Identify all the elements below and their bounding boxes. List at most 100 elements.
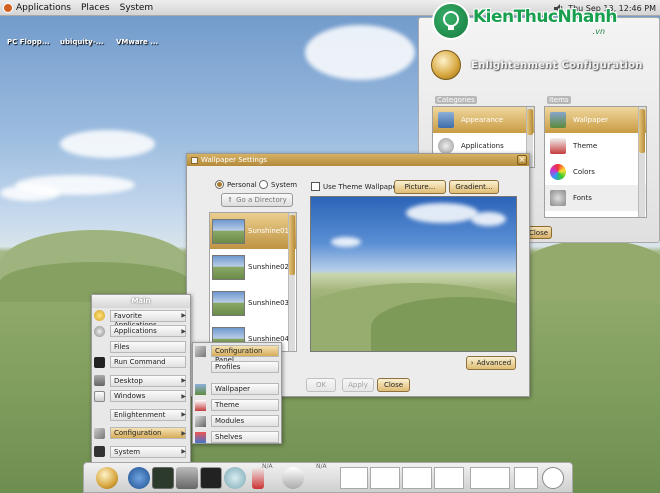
arrow-right-icon: ▶: [181, 312, 186, 320]
menu-item-enlightenment[interactable]: Enlightenment ▶: [92, 407, 190, 423]
item-colors[interactable]: Colors: [545, 159, 646, 185]
scroll-thumb[interactable]: [527, 109, 533, 135]
system-menu[interactable]: System: [115, 3, 159, 13]
item-wallpaper[interactable]: Wallpaper: [545, 107, 646, 133]
cloud: [331, 237, 361, 247]
gear-icon: [438, 138, 454, 154]
pager-desk-3[interactable]: [402, 467, 432, 489]
system-icon: [94, 446, 105, 458]
browser-icon[interactable]: [128, 467, 150, 489]
arrow-right-icon: ▶: [181, 448, 186, 456]
watermark-title: KienThucNhanh: [473, 6, 618, 27]
enl-config-header: Enlightenment Configuration: [431, 50, 643, 80]
item-fonts[interactable]: Fonts: [545, 185, 646, 211]
item-theme[interactable]: Theme: [545, 133, 646, 159]
pager-desk-1[interactable]: [340, 467, 368, 489]
wallpaper-label: Sunshine01: [248, 227, 289, 235]
item-label: Colors: [573, 168, 595, 176]
main-menu-title: Main: [92, 295, 190, 308]
menu-item-files[interactable]: Files: [92, 339, 190, 355]
system-label: System: [271, 180, 298, 189]
picture-button[interactable]: Picture...: [394, 180, 446, 194]
pager-desk-6[interactable]: [514, 467, 538, 489]
menu-item-desktop[interactable]: Desktop ▶: [92, 373, 190, 389]
advanced-button[interactable]: › Advanced: [466, 356, 516, 370]
pager-desk-4[interactable]: [434, 467, 464, 489]
ok-button[interactable]: OK: [306, 378, 336, 392]
menu-item-label: Configuration: [110, 427, 186, 440]
scroll-thumb[interactable]: [639, 109, 645, 153]
close-icon[interactable]: ×: [517, 155, 527, 165]
menu-item-label: Enlightenment: [110, 408, 186, 421]
submenu-item-modules[interactable]: Modules: [193, 413, 281, 429]
arrow-right-icon: ›: [470, 359, 474, 367]
terminal-icon[interactable]: [152, 467, 174, 489]
cloud: [406, 203, 478, 223]
main-menu: Main Favorite Applications ▶ Application…: [91, 294, 191, 464]
enlightenment-menu-icon[interactable]: [96, 467, 118, 489]
shelves-icon: [195, 431, 206, 443]
applications-icon: [94, 325, 105, 337]
arrow-right-icon: ▶: [181, 392, 186, 400]
heart-icon: [94, 310, 105, 322]
applications-menu[interactable]: Applications: [0, 2, 76, 13]
wallpaper-list-scrollbar[interactable]: [288, 213, 295, 351]
menu-item-windows[interactable]: Windows ▶: [92, 389, 190, 405]
category-label: Applications: [461, 142, 504, 150]
items-scrollbar[interactable]: [638, 107, 645, 217]
gradient-button[interactable]: Gradient...: [449, 180, 499, 194]
desktop-icon: [94, 375, 105, 387]
watermark-text: KienThucNhanh .vn: [473, 6, 618, 36]
enlightenment-logo-icon: [431, 50, 461, 80]
submenu-item-theme[interactable]: Theme: [193, 397, 281, 413]
battery-label: N/A: [316, 463, 327, 470]
menu-item-system[interactable]: System ▶: [92, 444, 190, 460]
desktop-icon-floppy[interactable]: PC Flopp...: [7, 38, 50, 46]
go-up-directory-button[interactable]: ⇑ Go a Directory: [221, 193, 293, 207]
menu-item-run-command[interactable]: Run Command: [92, 355, 190, 371]
use-theme-wallpaper-checkbox[interactable]: Use Theme Wallpaper: [311, 182, 400, 191]
system-radio[interactable]: System: [259, 180, 297, 189]
up-arrow-icon: ⇑: [227, 196, 234, 204]
wallpaper-item[interactable]: Sunshine02: [210, 249, 296, 285]
menu-item-configuration[interactable]: Configuration ▶: [92, 426, 190, 442]
arrow-right-icon: ▶: [181, 411, 186, 419]
wallpaper-item[interactable]: Sunshine01: [210, 213, 296, 249]
enl-config-title: Enlightenment Configuration: [471, 59, 643, 71]
bottom-shelf: N/A N/A: [83, 462, 573, 493]
wallpaper-settings-titlebar[interactable]: Wallpaper Settings ×: [187, 154, 529, 166]
enlightenment-icon: [94, 409, 105, 420]
menu-item-applications[interactable]: Applications ▶: [92, 324, 190, 340]
personal-radio[interactable]: Personal: [215, 180, 257, 189]
pager-desk-2[interactable]: [370, 467, 400, 489]
arrow-right-icon: ▶: [181, 327, 186, 335]
watermark-logo-icon: [432, 2, 470, 40]
file-manager-icon[interactable]: [176, 467, 198, 489]
scroll-thumb[interactable]: [289, 215, 295, 275]
menu-item-label: Windows: [110, 390, 186, 403]
submenu-item-profiles[interactable]: Profiles: [193, 359, 281, 375]
places-menu[interactable]: Places: [76, 3, 115, 13]
theme-icon: [195, 399, 206, 411]
wallpaper-label: Sunshine03: [248, 299, 289, 307]
close-button[interactable]: Close: [377, 378, 410, 392]
item-label: Fonts: [573, 194, 592, 202]
clock-icon: [542, 467, 564, 489]
desktop-icon-ubiquity[interactable]: ubiquity-...: [60, 38, 104, 46]
category-appearance[interactable]: Appearance: [433, 107, 534, 133]
submenu-item-configuration-panel[interactable]: Configuration Panel: [193, 343, 281, 364]
desktop-icon-vmware[interactable]: VMware ...: [116, 38, 158, 46]
wallpaper-icon: [550, 112, 566, 128]
egg-icon[interactable]: [224, 467, 246, 489]
wrench-icon: [94, 427, 105, 439]
items-list: Wallpaper Theme Colors Fonts: [544, 106, 647, 218]
submenu-item-wallpaper[interactable]: Wallpaper: [193, 381, 281, 397]
wallpaper-item[interactable]: Sunshine03: [210, 285, 296, 321]
wallpaper-list: Sunshine01 Sunshine02 Sunshine03 Sunshin…: [209, 212, 297, 352]
lightbulb-icon: [443, 11, 459, 30]
media-icon[interactable]: [200, 467, 222, 489]
apply-button[interactable]: Apply: [342, 378, 374, 392]
pager-desk-5[interactable]: [470, 467, 510, 489]
menu-item-favorite-applications[interactable]: Favorite Applications ▶: [92, 308, 190, 329]
submenu-item-shelves[interactable]: Shelves: [193, 429, 281, 445]
